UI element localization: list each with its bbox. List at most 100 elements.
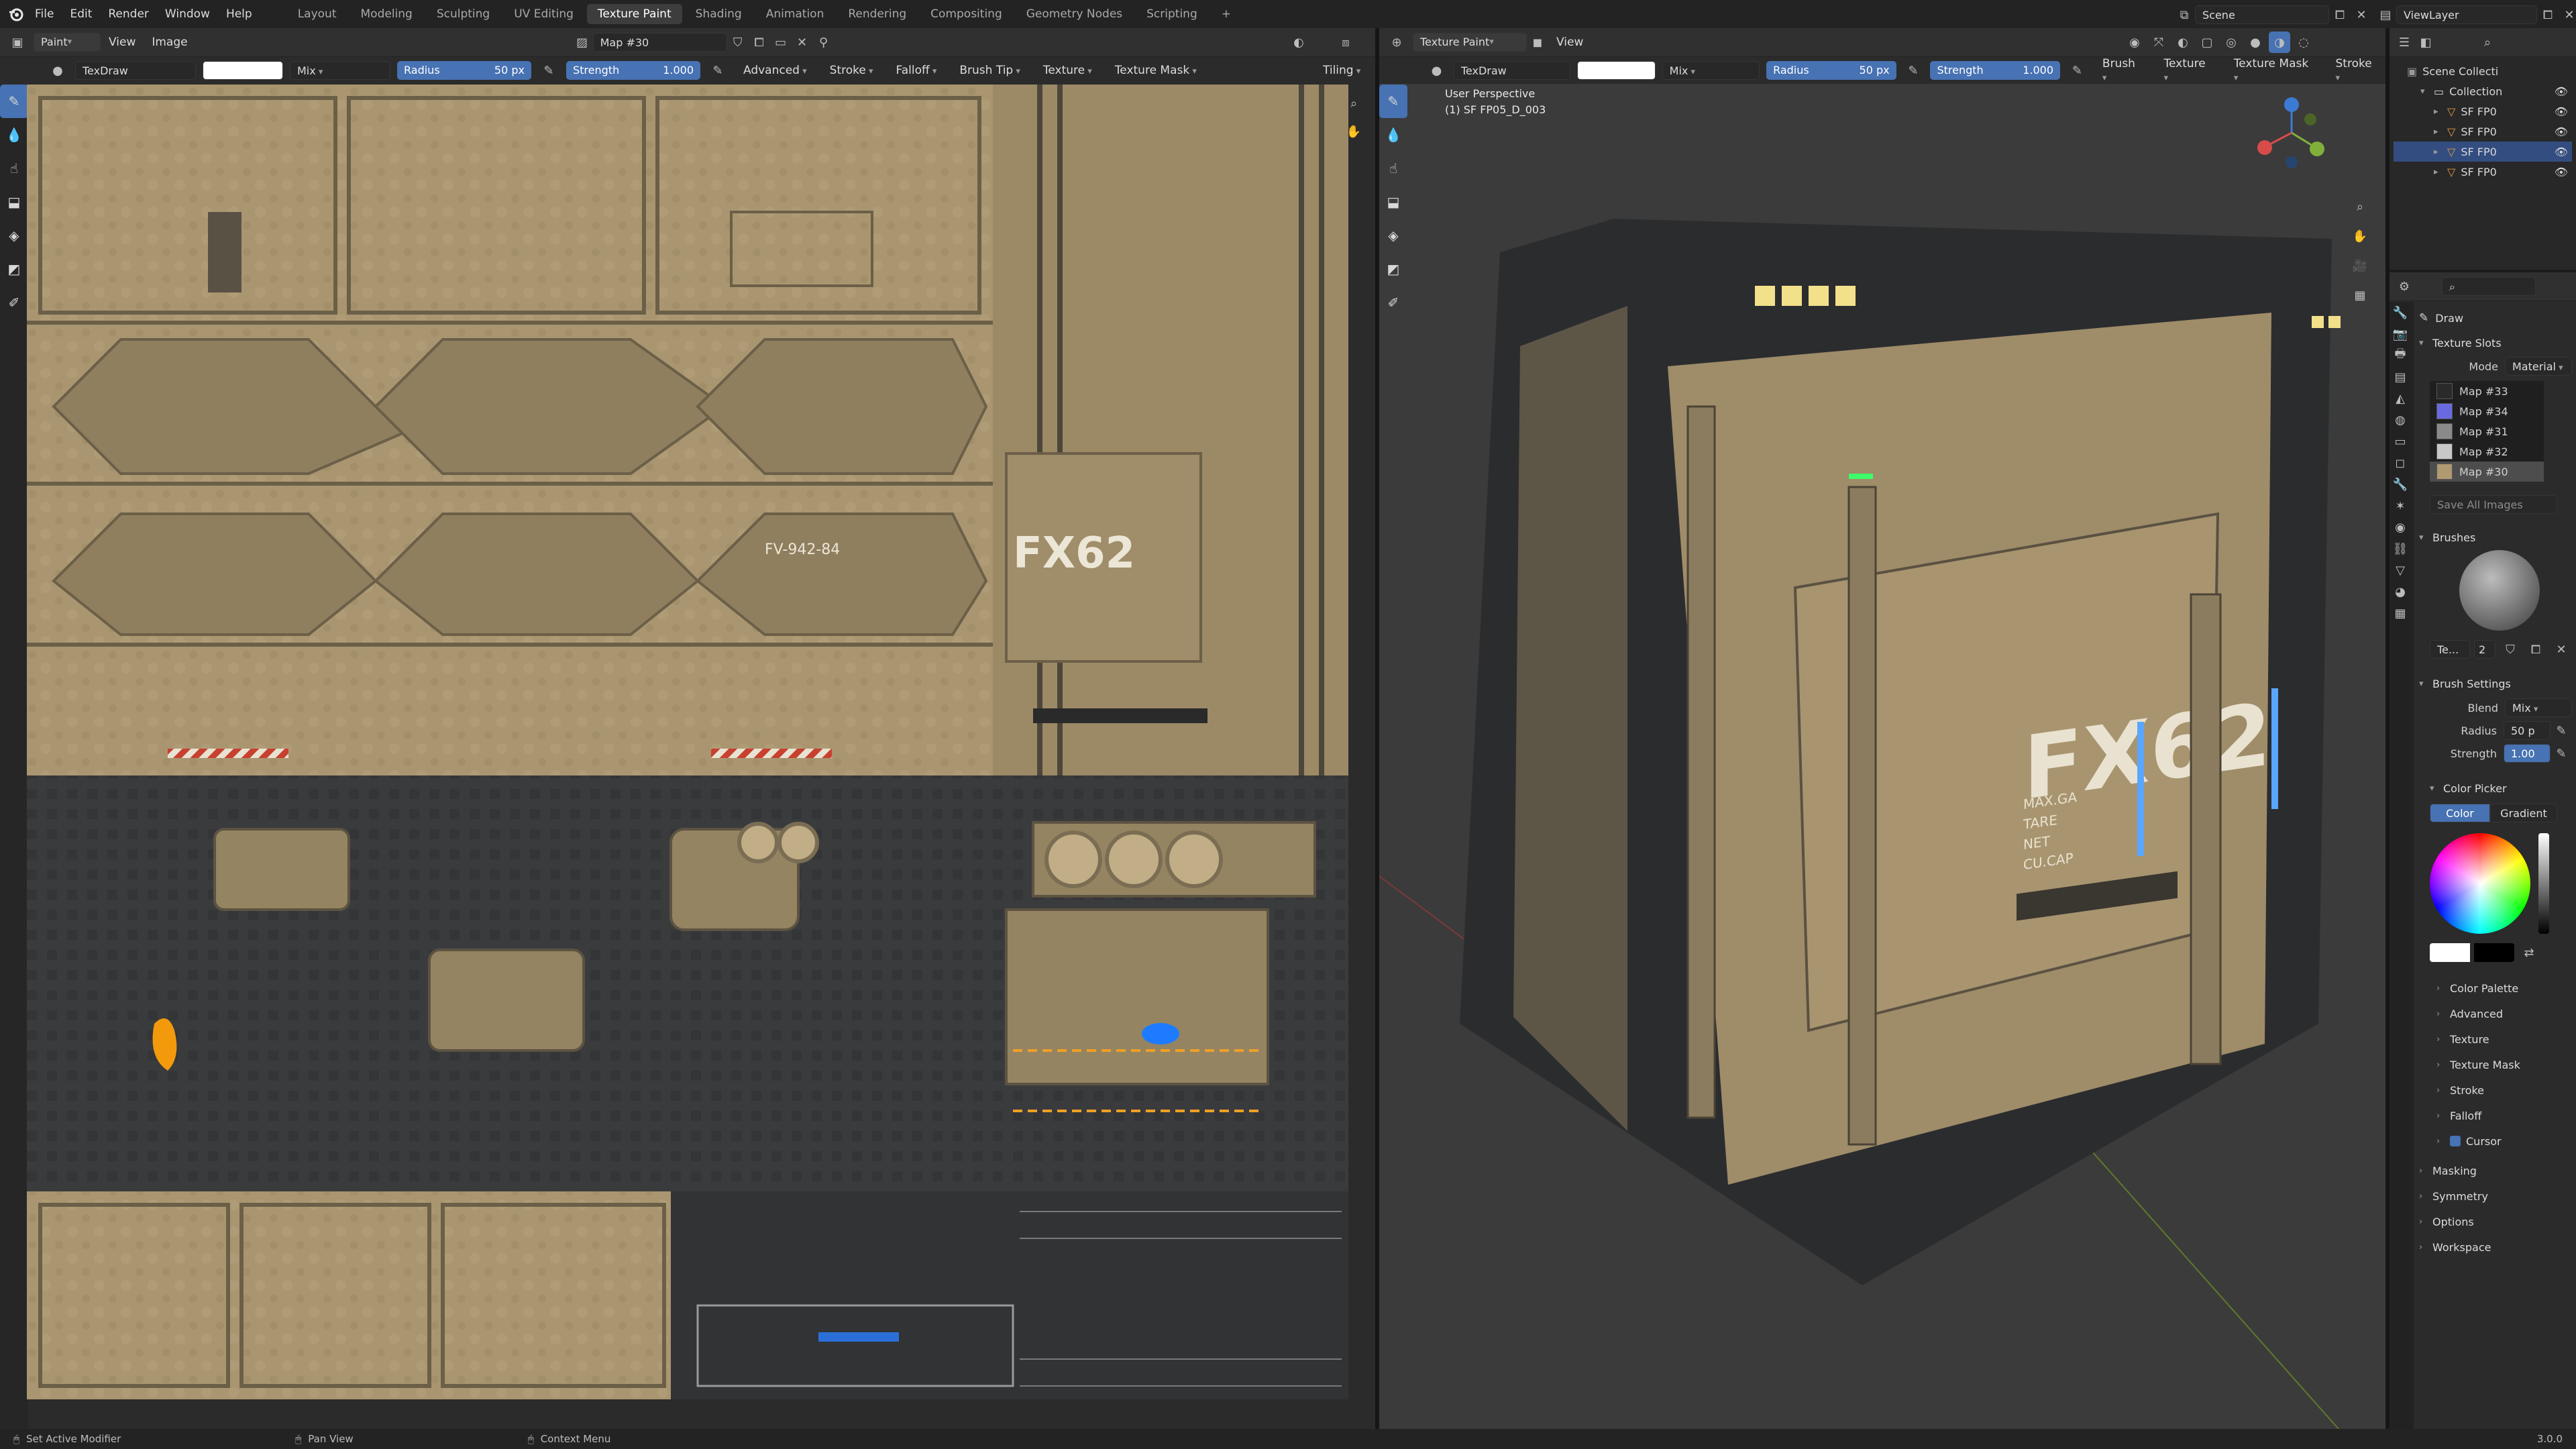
menu-stroke[interactable]: Stroke (822, 64, 881, 77)
solid-shading-icon[interactable]: ● (2245, 32, 2266, 53)
visibility-eye-icon[interactable]: 👁 (2555, 85, 2568, 98)
properties-search-field[interactable]: ⌕ (2442, 277, 2536, 296)
menu-advanced[interactable]: Advanced (735, 64, 815, 77)
color-tab[interactable]: Color (2430, 804, 2490, 822)
fake-user-icon[interactable]: ⛉ (727, 32, 749, 53)
tab-sculpting[interactable]: Sculpting (426, 4, 500, 24)
collapse-chevron-icon[interactable]: ▾ (2419, 338, 2432, 348)
material-tab-icon[interactable]: ◕ (2390, 581, 2411, 602)
blend-mode-dropdown[interactable]: Mix (290, 61, 390, 80)
color-wheel[interactable] (2430, 833, 2530, 934)
image-selector[interactable]: ▨ Map #30 ⛉ ⧠ ▭ ✕ ⚲ (572, 32, 835, 53)
brush-users-count[interactable]: 2 (2474, 640, 2496, 659)
strength-pressure-icon[interactable]: ✎ (707, 60, 729, 81)
outliner-object-row[interactable]: ▸ ▽ SF FP0 👁 (2394, 162, 2572, 182)
color-palette-subsection[interactable]: › Color Palette (2436, 975, 2572, 1001)
expand-chevron-icon[interactable]: ▸ (2434, 127, 2447, 137)
expand-chevron-icon[interactable]: › (2436, 1111, 2450, 1121)
material-shading-icon[interactable]: ◑ (2269, 32, 2290, 53)
brush-radius-field[interactable]: 50 p (2504, 721, 2551, 740)
value-slider[interactable] (2538, 833, 2549, 934)
expand-chevron-icon[interactable]: › (2436, 1085, 2450, 1095)
expand-chevron-icon[interactable]: › (2436, 1136, 2450, 1146)
viewport-radius-pressure-icon[interactable]: ✎ (1903, 60, 1924, 81)
strength-slider[interactable]: Strength 1.000 (566, 61, 700, 80)
gradient-tab[interactable]: Gradient (2490, 804, 2557, 822)
menu-image[interactable]: Image (144, 36, 195, 49)
expand-chevron-icon[interactable]: › (2419, 1217, 2432, 1227)
output-tab-icon[interactable]: 🖶 (2390, 345, 2411, 366)
new-image-icon[interactable]: ⧠ (749, 32, 770, 53)
scene-tab-icon[interactable]: ◭ (2390, 388, 2411, 409)
expand-chevron-icon[interactable]: › (2436, 983, 2450, 994)
annotate-tool-icon[interactable]: ✐ (0, 286, 28, 319)
overlay-toggle-icon[interactable]: ◐ (2172, 32, 2194, 53)
tab-rendering[interactable]: Rendering (837, 4, 917, 24)
soften-tool-icon[interactable]: 💧 (0, 118, 28, 152)
save-all-images-button[interactable]: Save All Images (2430, 495, 2557, 514)
tab-scripting[interactable]: Scripting (1136, 4, 1208, 24)
viewport-blend-dropdown[interactable]: Mix (1662, 61, 1760, 80)
viewport-menu-texture-mask[interactable]: Texture Mask (2226, 57, 2321, 84)
unlink-brush-icon[interactable]: ✕ (2551, 639, 2572, 660)
rendered-shading-icon[interactable]: ◌ (2293, 32, 2314, 53)
tab-layout[interactable]: Layout (287, 4, 347, 24)
expand-chevron-icon[interactable]: ▸ (2434, 107, 2447, 117)
expand-chevron-icon[interactable]: ▸ (2434, 147, 2447, 157)
brushes-section[interactable]: ▾ Brushes (2419, 525, 2572, 550)
duplicate-brush-icon[interactable]: ⧠ (2525, 639, 2546, 660)
radius-pen-icon[interactable]: ✎ (2551, 720, 2572, 741)
constraints-tab-icon[interactable]: ⛓ (2390, 538, 2411, 559)
texture-slot-item[interactable]: Map #33 (2430, 381, 2544, 401)
texture-mode-dropdown[interactable]: Material (2505, 357, 2572, 376)
expand-chevron-icon[interactable]: › (2436, 1034, 2450, 1044)
camera-view-icon[interactable]: 🎥 (2349, 255, 2371, 276)
wireframe-shading-icon[interactable]: ◎ (2220, 32, 2242, 53)
viewport-strength-slider[interactable]: Strength 1.000 (1930, 61, 2061, 80)
visibility-eye-icon[interactable]: 👁 (2555, 105, 2568, 118)
uv-texture-canvas[interactable]: FV-942-84 FX62 (27, 85, 1348, 1399)
outliner-object-row-selected[interactable]: ▸ ▽ SF FP0 👁 (2394, 142, 2572, 162)
strength-pen-icon[interactable]: ✎ (2551, 743, 2572, 764)
mask-toggle-icon[interactable]: ◼ (1527, 32, 1548, 53)
texture-slot-item-active[interactable]: Map #30 (2430, 462, 2544, 482)
cursor-subsection[interactable]: › Cursor (2436, 1128, 2572, 1154)
add-workspace-icon[interactable]: + (1211, 4, 1242, 24)
scene-name-field[interactable]: Scene (2195, 5, 2329, 24)
menu-texture[interactable]: Texture (1035, 64, 1100, 77)
view-layer-field[interactable]: ViewLayer (2396, 5, 2537, 24)
falloff-subsection[interactable]: › Falloff (2436, 1103, 2572, 1128)
visibility-eye-icon[interactable]: 👁 (2555, 125, 2568, 138)
view-layer-tab-icon[interactable]: ▤ (2390, 366, 2411, 388)
new-view-layer-icon[interactable]: ⧠ (2537, 4, 2559, 25)
menu-render[interactable]: Render (100, 7, 157, 21)
expand-chevron-icon[interactable]: › (2419, 1166, 2432, 1176)
symmetry-section[interactable]: › Symmetry (2419, 1183, 2572, 1209)
primary-color-swatch[interactable] (2430, 943, 2470, 962)
outliner-collection[interactable]: ▾ ▭ Collection 👁 (2394, 81, 2572, 101)
masking-section[interactable]: › Masking (2419, 1158, 2572, 1183)
navigation-gizmo[interactable] (2251, 93, 2332, 173)
viewport-pan-icon[interactable]: ✋ (2349, 225, 2371, 247)
pan-hand-icon[interactable]: ✋ (1343, 121, 1364, 142)
viewport-brush-color-swatch[interactable] (1577, 61, 1656, 80)
stroke-subsection[interactable]: › Stroke (2436, 1077, 2572, 1103)
tab-texture-paint[interactable]: Texture Paint (586, 4, 682, 24)
world-tab-icon[interactable]: ◍ (2390, 409, 2411, 431)
menu-tiling[interactable]: Tiling (1315, 64, 1368, 77)
brush-settings-section[interactable]: ▾ Brush Settings (2419, 671, 2572, 696)
outliner-object-row[interactable]: ▸ ▽ SF FP0 👁 (2394, 101, 2572, 121)
menu-file[interactable]: File (27, 7, 62, 21)
delete-view-layer-icon[interactable]: ✕ (2559, 4, 2576, 25)
delete-scene-icon[interactable]: ✕ (2351, 4, 2372, 25)
radius-pressure-icon[interactable]: ✎ (538, 60, 559, 81)
viewport-menu-texture[interactable]: Texture (2155, 57, 2218, 84)
modifier-tab-icon[interactable]: 🔧 (2390, 474, 2411, 495)
collapse-chevron-icon[interactable]: ▾ (2419, 533, 2432, 543)
pin-icon[interactable]: ⚲ (813, 32, 835, 53)
editor-type-icon[interactable]: ▣ (7, 32, 28, 53)
tab-geometry-nodes[interactable]: Geometry Nodes (1016, 4, 1133, 24)
mask-tool-icon[interactable]: ◩ (0, 252, 28, 286)
fake-user-shield-icon[interactable]: ⛉ (2500, 639, 2521, 660)
expand-chevron-icon[interactable]: › (2436, 1009, 2450, 1019)
